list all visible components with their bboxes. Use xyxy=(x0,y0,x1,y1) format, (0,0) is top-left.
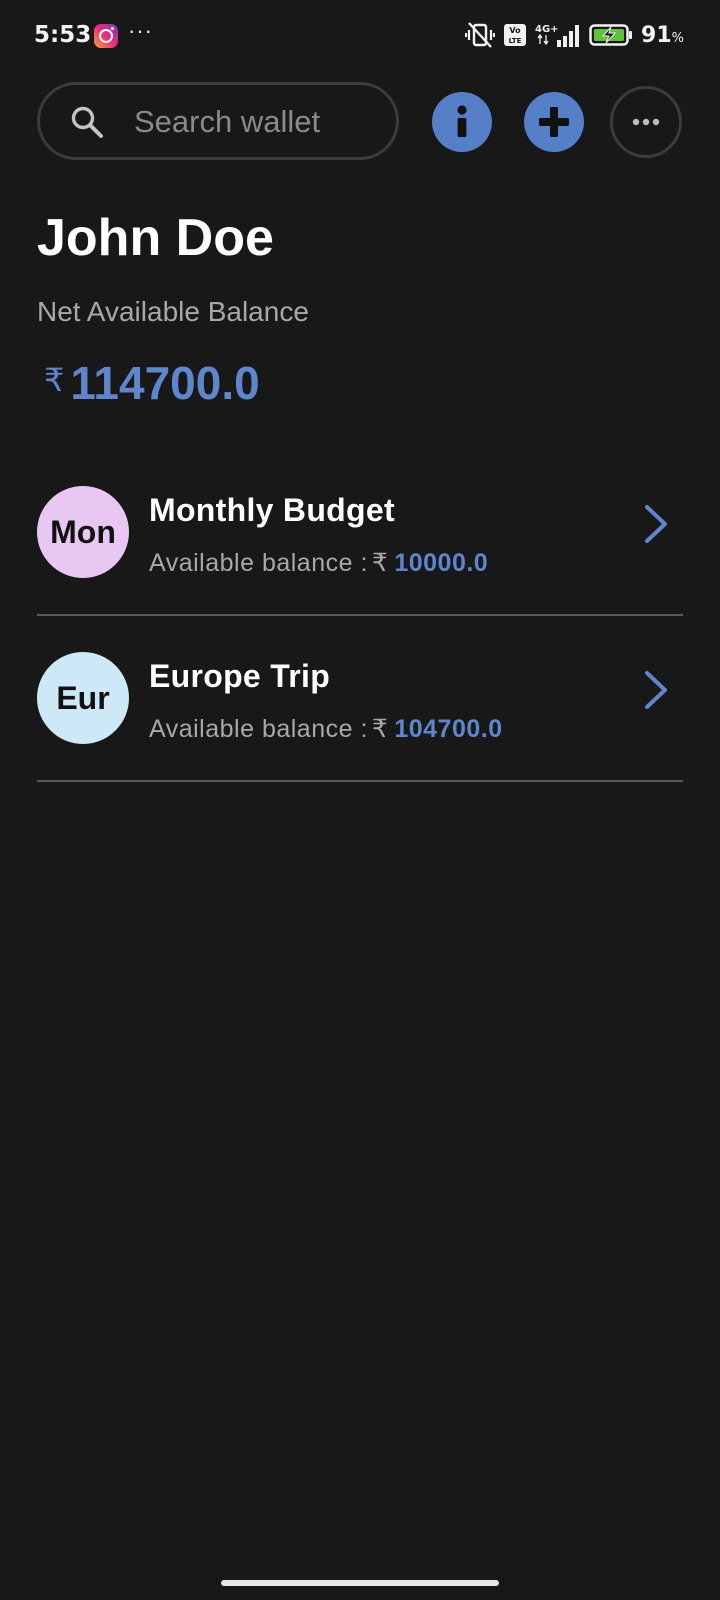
status-time: 5:53 xyxy=(34,22,92,48)
add-wallet-button[interactable] xyxy=(524,92,584,152)
rupee-symbol: ₹ xyxy=(371,715,389,743)
net-balance-label: Net Available Balance xyxy=(37,296,309,327)
home-gesture-bar[interactable] xyxy=(221,1580,499,1586)
wallet-name: Europe Trip xyxy=(149,658,331,694)
chevron-right-icon[interactable] xyxy=(641,668,671,712)
chevron-right-icon[interactable] xyxy=(641,502,671,546)
wallet-balance-row: Available balance : ₹ 104700.0 xyxy=(149,714,503,744)
status-right-icons: Vo LTE 4G+ 91% xyxy=(465,20,684,50)
wallet-avatar: Mon xyxy=(37,486,129,578)
wallet-avatar: Eur xyxy=(37,652,129,744)
svg-text:LTE: LTE xyxy=(509,37,522,45)
net-balance-amount: 114700.0 xyxy=(70,357,260,409)
wallet-balance-label: Available balance : xyxy=(149,715,368,743)
wallet-balance-row: Available balance : ₹ 10000.0 xyxy=(149,548,488,578)
info-icon xyxy=(457,105,467,137)
rupee-symbol: ₹ xyxy=(371,549,389,577)
plus-icon xyxy=(539,107,569,137)
status-bar: 5:53 ··· Vo LTE 4G+ 91% xyxy=(0,0,720,72)
vibrate-mute-icon xyxy=(465,22,496,48)
wallet-name: Monthly Budget xyxy=(149,492,395,528)
wallet-balance-amount: 104700.0 xyxy=(394,715,503,743)
info-button[interactable] xyxy=(432,92,492,152)
user-name-title: John Doe xyxy=(37,209,274,267)
svg-text:Vo: Vo xyxy=(509,26,521,35)
search-icon xyxy=(71,106,103,138)
wallet-item-europe-trip[interactable]: Eur Europe Trip Available balance : ₹ 10… xyxy=(37,616,683,782)
search-bar[interactable] xyxy=(37,82,399,160)
rupee-symbol: ₹ xyxy=(44,362,65,398)
wallet-item-monthly-budget[interactable]: Mon Monthly Budget Available balance : ₹… xyxy=(37,450,683,616)
more-options-button[interactable] xyxy=(610,86,682,158)
instagram-notification-icon xyxy=(94,24,118,48)
wallet-balance-label: Available balance : xyxy=(149,549,368,577)
battery-charging-icon xyxy=(589,24,633,46)
net-balance: ₹ 114700.0 xyxy=(44,356,260,410)
battery-percent: 91% xyxy=(641,22,684,48)
svg-text:4G+: 4G+ xyxy=(535,24,559,35)
more-notifications-icon: ··· xyxy=(128,18,153,43)
signal-4g-icon: 4G+ xyxy=(535,24,580,47)
more-horizontal-icon xyxy=(632,118,660,126)
wallet-balance-amount: 10000.0 xyxy=(394,549,489,577)
volte-icon: Vo LTE xyxy=(504,24,527,46)
search-input[interactable] xyxy=(134,101,374,143)
divider xyxy=(37,780,683,782)
wallet-list-screen: 5:53 ··· Vo LTE 4G+ 91% Search wallet Jo… xyxy=(0,0,720,1600)
